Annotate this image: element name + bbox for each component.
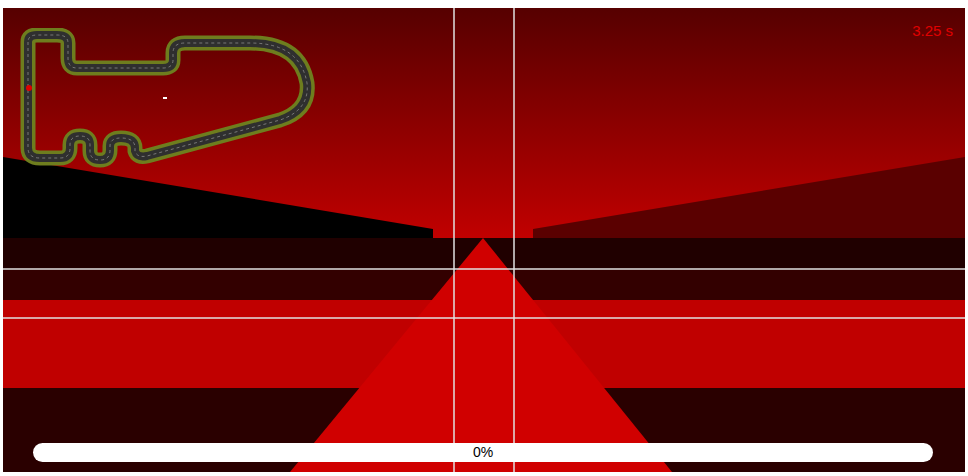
progress-bar: 0% (33, 443, 933, 462)
progress-label: 0% (467, 443, 499, 462)
opponent-marker-icon (163, 97, 167, 99)
track-surface (28, 35, 307, 160)
player-marker-icon (26, 85, 32, 91)
race-view (3, 8, 965, 472)
crosshair-line (513, 8, 515, 472)
crosshair-line (3, 268, 965, 270)
track-border (28, 35, 307, 160)
minimap (15, 28, 325, 178)
crosshair-line (3, 317, 965, 319)
crosshair-line (453, 8, 455, 472)
game-frame: 3.25 s 0% (0, 0, 968, 476)
lap-timer: 3.25 s (912, 22, 953, 40)
track-center-line (28, 35, 307, 160)
game-canvas[interactable]: 3.25 s 0% (3, 8, 965, 472)
track-road (290, 238, 672, 472)
